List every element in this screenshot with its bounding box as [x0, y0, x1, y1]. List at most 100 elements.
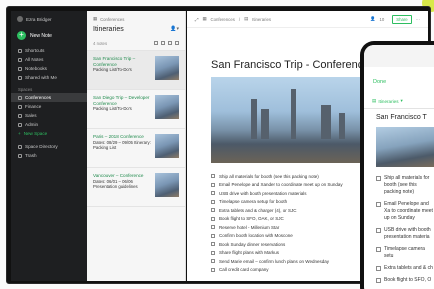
new-space-button[interactable]: + New Space	[11, 129, 87, 138]
checkbox[interactable]	[211, 225, 215, 230]
note-card-snippet: Dates: 08/29 – 09/05 Itinerary: Packing …	[93, 139, 151, 151]
phone-notebook-label: Itineraries	[378, 98, 399, 104]
note-card-snippet: Packing List/To-Do's	[93, 106, 132, 112]
note-card[interactable]: Vancouver – Conference Dates: 06/01 – 06/…	[87, 168, 185, 207]
checkbox[interactable]	[211, 216, 215, 221]
note-card[interactable]: San Francisco Trip – Conference Packing L…	[87, 51, 185, 90]
notebook-icon: ▤	[372, 98, 377, 103]
note-card[interactable]: Paris – 2018 Conference Dates: 08/29 – 09…	[87, 129, 185, 168]
checklist-item: Book flight to SFO, OAK, or SJC	[211, 215, 371, 224]
checklist-item: Ship all materials for booth (see this p…	[211, 172, 371, 181]
note-thumbnail	[155, 134, 179, 158]
more-icon[interactable]: ···	[416, 17, 420, 22]
checkbox[interactable]	[211, 233, 215, 238]
account-switcher[interactable]: Ezra Bridger	[11, 11, 87, 27]
users-icon[interactable]: 👤	[370, 16, 375, 22]
space-icon: ▦	[202, 16, 207, 21]
list-tools	[154, 41, 179, 46]
checkbox[interactable]	[211, 250, 215, 255]
done-button[interactable]: Done	[373, 79, 386, 85]
checklist-item: Call credit card company	[211, 266, 371, 275]
view-icon[interactable]	[161, 41, 165, 45]
checklist-item: Extra tablets and & charger (4), or SJC	[211, 206, 371, 215]
note-icon	[18, 57, 22, 62]
sidebar-item-label: All Notes	[25, 57, 44, 62]
new-space-label: New Space	[23, 131, 48, 136]
phone-notebook-selector[interactable]: ▤ Itineraries ▾	[372, 98, 403, 104]
breadcrumb-space[interactable]: Conferences	[211, 17, 235, 22]
share-notebook-icon[interactable]: 👤▾	[170, 26, 179, 33]
checkbox[interactable]	[211, 259, 215, 264]
phone-checklist-item: Email Penelope and Xa to coordinate meet…	[376, 201, 434, 222]
divider	[364, 108, 434, 109]
sidebar-item-label: Finance	[25, 104, 42, 109]
note-count-bar: 4 notes	[87, 35, 185, 51]
building-shape	[251, 99, 257, 139]
checklist-item: Confirm booth location with Moscone	[211, 232, 371, 241]
more-icon[interactable]	[175, 41, 179, 45]
editor-toolbar: ⤢ ▦ Conferences / ▤ Itineraries 👤 10 Sha…	[187, 11, 428, 28]
sort-icon[interactable]	[154, 41, 158, 45]
breadcrumb-notebook[interactable]: Itineraries	[252, 17, 271, 22]
note-card-title: San Francisco Trip – Conference	[93, 56, 136, 67]
checkbox[interactable]	[211, 208, 215, 213]
sidebar-item-label: Space Directory	[25, 144, 58, 149]
avatar	[17, 16, 23, 22]
sidebar-item-notebooks[interactable]: Notebooks	[11, 64, 87, 73]
users-count: 10	[379, 16, 385, 22]
note-list: ▦ Conferences Itineraries 👤▾ 4 notes San…	[87, 11, 186, 281]
note-card-title: San Diego Trip – Developer Conference	[93, 95, 150, 106]
breadcrumb-space[interactable]: Conferences	[100, 17, 124, 22]
checklist-item-text: Confirm booth location with Moscone	[219, 233, 293, 239]
sidebar-item-shortcuts[interactable]: Shortcuts	[11, 46, 87, 55]
sidebar-item-shared[interactable]: Shared with Me	[11, 73, 87, 82]
checklist-item-text: Call credit card company	[219, 267, 269, 273]
checkbox[interactable]	[376, 278, 381, 283]
people-icon	[18, 75, 22, 80]
checkbox[interactable]	[211, 242, 215, 247]
phone-status-bar	[364, 45, 434, 67]
note-card-snippet: Packing List/To-Do's	[93, 67, 132, 73]
checkbox[interactable]	[376, 266, 381, 271]
sidebar-item-admin[interactable]: Admin	[11, 120, 87, 129]
checklist-item: Book Sunday dinner reservations	[211, 240, 371, 249]
checkbox[interactable]	[376, 247, 381, 252]
checklist-item-text: Reserve hotel - Millenium Star	[219, 224, 280, 230]
checkbox[interactable]	[376, 202, 381, 207]
note-card[interactable]: San Diego Trip – Developer Conference Pac…	[87, 90, 185, 129]
checkbox[interactable]	[376, 228, 381, 233]
sidebar-item-label: Notebooks	[25, 66, 47, 71]
plus-icon: +	[18, 131, 21, 136]
note-title[interactable]: San Francisco Trip - Conference	[211, 59, 369, 71]
phone-checklist-item: Timelapse camera setu	[376, 246, 434, 260]
plus-icon: +	[17, 31, 26, 40]
new-note-button[interactable]: + New Note	[17, 31, 81, 40]
checkbox[interactable]	[211, 174, 215, 179]
sidebar-item-finance[interactable]: Finance	[11, 102, 87, 111]
checklist-item: Send Marie email – confirm lunch plans o…	[211, 257, 371, 266]
checkbox[interactable]	[376, 176, 381, 181]
phone-checklist-item-text: USB drive with booth presentation materi…	[384, 227, 431, 240]
checklist-item-text: USB drive with booth presentation materi…	[219, 190, 307, 196]
sidebar-item-all-notes[interactable]: All Notes	[11, 55, 87, 64]
note-count: 4 notes	[93, 41, 108, 46]
sidebar-item-space-directory[interactable]: Space Directory	[11, 142, 87, 151]
checklist-item-text: Email Penelope and Xander to coordinate …	[219, 182, 343, 188]
checkbox[interactable]	[211, 191, 215, 196]
breadcrumb-separator: /	[238, 16, 241, 22]
filter-icon[interactable]	[168, 41, 172, 45]
phone-note-title[interactable]: San Francisco T	[376, 114, 427, 121]
sidebar-item-sales[interactable]: Sales	[11, 111, 87, 120]
checkbox[interactable]	[211, 199, 215, 204]
sidebar-item-conferences[interactable]: Conferences	[11, 93, 87, 102]
phone-checklist-item: Ship all materials for booth (see this p…	[376, 175, 434, 196]
checklist-item-text: Book flight to SFO, OAK, or SJC	[219, 216, 284, 222]
notebook-icon: ▤	[244, 16, 249, 21]
checkbox[interactable]	[211, 182, 215, 187]
share-button[interactable]: Share	[392, 14, 412, 24]
sidebar-item-trash[interactable]: Trash	[11, 151, 87, 160]
phone-checklist-item-text: Ship all materials for booth (see this p…	[384, 175, 430, 195]
sidebar: Ezra Bridger + New Note Shortcuts All No…	[11, 11, 87, 281]
checkbox[interactable]	[211, 267, 215, 272]
expand-icon[interactable]: ⤢	[195, 17, 198, 22]
